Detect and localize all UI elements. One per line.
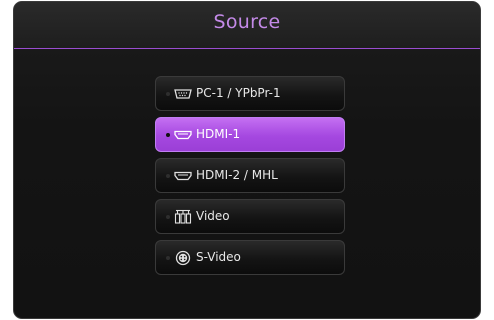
selection-dot [166,133,170,137]
source-item-hdmi2-mhl[interactable]: HDMI-2 / MHL [155,158,345,193]
selection-dot [166,92,170,96]
selection-dot [166,256,170,260]
s-video-port-icon [174,250,192,266]
selection-dot [166,174,170,178]
vga-port-icon [174,86,192,102]
source-item-label: PC-1 / YPbPr-1 [196,86,281,100]
composite-video-icon [174,209,192,225]
source-item-pc1-ypbpr1[interactable]: PC-1 / YPbPr-1 [155,76,345,111]
source-item-label: HDMI-2 / MHL [196,168,278,182]
source-item-label: HDMI-1 [196,127,241,141]
source-item-label: S-Video [196,250,241,264]
page-title: Source [213,11,281,33]
source-item-s-video[interactable]: S-Video [155,240,345,275]
header-divider [14,48,480,49]
source-item-label: Video [196,209,230,223]
source-item-video[interactable]: Video [155,199,345,234]
hdmi-port-icon [174,168,192,184]
hdmi-port-icon [174,127,192,143]
source-osd-panel: Source PC-1 / YPbPr-1 HDMI-1 HDMI-2 / MH… [13,1,481,319]
selection-dot [166,215,170,219]
source-list: PC-1 / YPbPr-1 HDMI-1 HDMI-2 / MHL Video… [155,76,345,281]
osd-header: Source [14,2,480,48]
source-item-hdmi1[interactable]: HDMI-1 [155,117,345,152]
